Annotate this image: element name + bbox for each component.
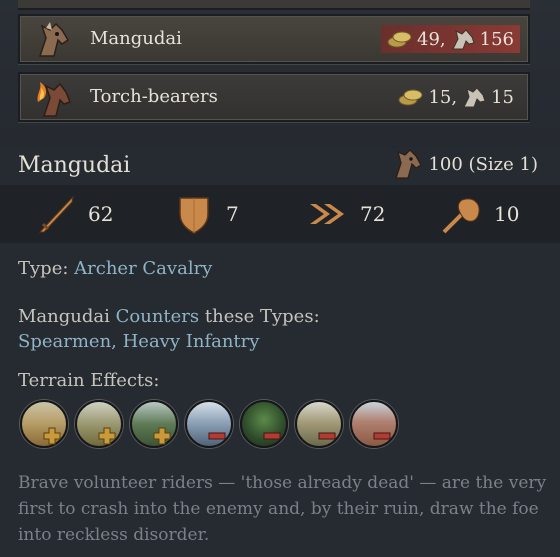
terrain-mountains[interactable] — [185, 400, 233, 448]
gold-cost: 15, — [428, 86, 458, 108]
gold-cost: 49, — [417, 28, 446, 50]
unit-name: Torch-bearers — [90, 86, 218, 107]
plus-icon — [153, 427, 171, 445]
unit-name: Mangudai — [90, 28, 182, 49]
unit-row-mangudai[interactable]: Mangudai 49, 156 — [18, 14, 530, 64]
minus-icon — [318, 432, 336, 440]
terrain-wetlands[interactable] — [295, 400, 343, 448]
unit-row-torch-bearers[interactable]: Torch-bearers 15, 15 — [18, 72, 530, 122]
horse-icon — [451, 29, 475, 50]
stat-toughness-value: 7 — [226, 202, 239, 226]
stat-pursuit-value: 72 — [360, 202, 386, 226]
horse-head-icon — [38, 22, 70, 57]
gold-coins-icon — [387, 31, 412, 48]
stat-pursuit: 72 — [306, 190, 385, 238]
minus-icon — [373, 432, 391, 440]
stat-damage-value: 62 — [88, 202, 114, 226]
unit-type: Type: Archer Cavalry — [18, 258, 212, 279]
unit-cost: 15, 15 — [392, 83, 520, 111]
counters-link[interactable]: Counters — [116, 306, 200, 327]
stat-screen-value: 10 — [494, 202, 520, 226]
previous-row-edge — [18, 0, 530, 10]
unit-cost: 49, 156 — [381, 25, 520, 53]
shield-icon — [179, 197, 209, 234]
gold-coins-icon — [398, 89, 423, 106]
type-value-link[interactable]: Archer Cavalry — [74, 258, 212, 279]
horse-head-icon — [395, 149, 423, 179]
plus-icon — [43, 427, 61, 445]
type-label: Type: — [18, 258, 69, 279]
terrain-desert-mountains[interactable] — [350, 400, 398, 448]
terrain-effects-label: Terrain Effects: — [18, 370, 160, 391]
minus-icon — [263, 432, 281, 440]
counters-suffix: these Types: — [204, 306, 320, 327]
unit-detail-title: Mangudai — [18, 153, 131, 178]
screen-icon — [442, 198, 480, 234]
counters-unit-name: Mangudai — [18, 306, 110, 327]
stat-screen: 10 — [440, 190, 519, 238]
sword-icon — [38, 195, 74, 233]
countered-types-list[interactable]: Spearmen, Heavy Infantry — [18, 331, 259, 352]
unit-description: Brave volunteer riders — 'those already … — [18, 473, 547, 545]
terrain-forest[interactable] — [240, 400, 288, 448]
horse-icon — [463, 87, 486, 108]
counters-heading: Mangudai Counters these Types: — [18, 306, 320, 327]
terrain-farmlands[interactable] — [75, 400, 123, 448]
terrain-effects-list — [20, 400, 398, 448]
terrain-plains[interactable] — [20, 400, 68, 448]
unit-size-info: 100 (Size 1) — [390, 146, 538, 182]
minus-icon — [208, 432, 226, 440]
unit-size-text: 100 (Size 1) — [428, 153, 538, 175]
horse-cost: 156 — [479, 28, 514, 50]
stat-damage: 62 — [34, 190, 113, 238]
double-chevron-icon — [310, 204, 344, 224]
torch-horse-icon — [37, 82, 71, 117]
horse-cost: 15 — [491, 86, 514, 108]
terrain-hills[interactable] — [130, 400, 178, 448]
plus-icon — [98, 427, 116, 445]
stat-toughness: 7 — [172, 190, 239, 238]
